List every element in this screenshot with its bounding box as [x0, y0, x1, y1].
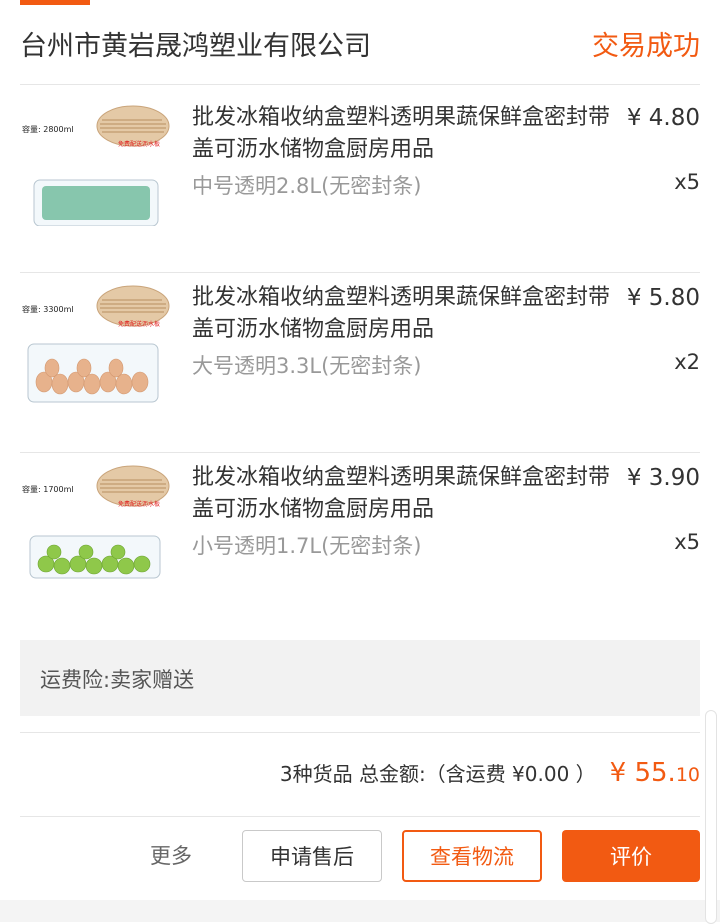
shop-name[interactable]: 台州市黄岩晟鸿塑业有限公司: [20, 24, 371, 63]
review-button[interactable]: 评价: [562, 830, 700, 882]
product-price: ¥ 3.90: [626, 465, 700, 491]
order-status: 交易成功: [592, 31, 700, 62]
product-quantity: x2: [674, 350, 700, 374]
order-item[interactable]: 容量: 3300ml 免费配送沥水板 批发冰箱收纳盒塑料透明果蔬保鲜盒密封带盖可…: [0, 268, 720, 448]
product-image[interactable]: 容量: 2800ml 免费配送沥水板: [20, 98, 172, 227]
after-sale-button[interactable]: 申请售后: [242, 830, 382, 882]
divider: [20, 816, 700, 817]
more-button[interactable]: 更多: [150, 840, 192, 870]
capacity-label: 容量: 1700ml: [22, 484, 74, 494]
svg-text:免费配送沥水板: 免费配送沥水板: [118, 140, 160, 148]
svg-text:免费配送沥水板: 免费配送沥水板: [118, 500, 160, 508]
product-title[interactable]: 批发冰箱收纳盒塑料透明果蔬保鲜盒密封带盖可沥水储物盒厨房用品: [192, 102, 622, 166]
shipping-insurance-box: 运费险:卖家赠送: [20, 640, 700, 716]
product-image[interactable]: 容量: 1700ml 免费配送沥水板: [20, 458, 172, 586]
svg-text:免费配送沥水板: 免费配送沥水板: [118, 320, 160, 328]
product-content: [42, 186, 150, 220]
product-thumbnail-svg: 容量: 3300ml 免费配送沥水板: [22, 285, 170, 403]
product-title[interactable]: 批发冰箱收纳盒塑料透明果蔬保鲜盒密封带盖可沥水储物盒厨房用品: [192, 462, 622, 526]
product-price: ¥ 5.80: [626, 285, 700, 311]
total-amount-cents: 10: [675, 764, 700, 786]
total-label: 3种货品 总金额:（含运费 ¥0.00 ）: [279, 762, 596, 786]
product-price: ¥ 4.80: [626, 105, 700, 131]
order-item[interactable]: 容量: 2800ml 免费配送沥水板 批发冰箱收纳盒塑料透明果蔬保鲜盒密封带盖可…: [0, 88, 720, 268]
product-thumbnail-svg: 容量: 2800ml 免费配送沥水板: [22, 105, 170, 227]
shipping-insurance-text: 运费险:卖家赠送: [40, 668, 195, 692]
product-image[interactable]: 容量: 3300ml 免费配送沥水板: [20, 278, 172, 406]
order-item[interactable]: 容量: 1700ml 免费配送沥水板 批发冰箱收纳盒塑料透明果蔬保鲜盒密封带盖可…: [0, 448, 720, 628]
divider: [20, 732, 700, 733]
product-title[interactable]: 批发冰箱收纳盒塑料透明果蔬保鲜盒密封带盖可沥水储物盒厨房用品: [192, 282, 622, 346]
product-quantity: x5: [674, 530, 700, 554]
product-thumbnail-svg: 容量: 1700ml 免费配送沥水板: [22, 465, 170, 579]
total-amount: ¥ 55.: [609, 758, 676, 788]
view-logistics-button[interactable]: 查看物流: [402, 830, 542, 882]
bottom-strip: [0, 900, 720, 922]
product-spec: 小号透明1.7L(无密封条): [192, 534, 422, 558]
product-spec: 中号透明2.8L(无密封条): [192, 174, 422, 198]
order-header: 台州市黄岩晟鸿塑业有限公司 交易成功: [0, 0, 720, 84]
divider: [20, 84, 700, 85]
capacity-label: 容量: 3300ml: [22, 304, 74, 314]
capacity-label: 容量: 2800ml: [22, 124, 74, 134]
scroll-indicator: [705, 710, 717, 924]
product-spec: 大号透明3.3L(无密封条): [192, 354, 422, 378]
order-total-row: 3种货品 总金额:（含运费 ¥0.00 ） ¥ 55.10: [0, 758, 700, 792]
product-quantity: x5: [674, 170, 700, 194]
